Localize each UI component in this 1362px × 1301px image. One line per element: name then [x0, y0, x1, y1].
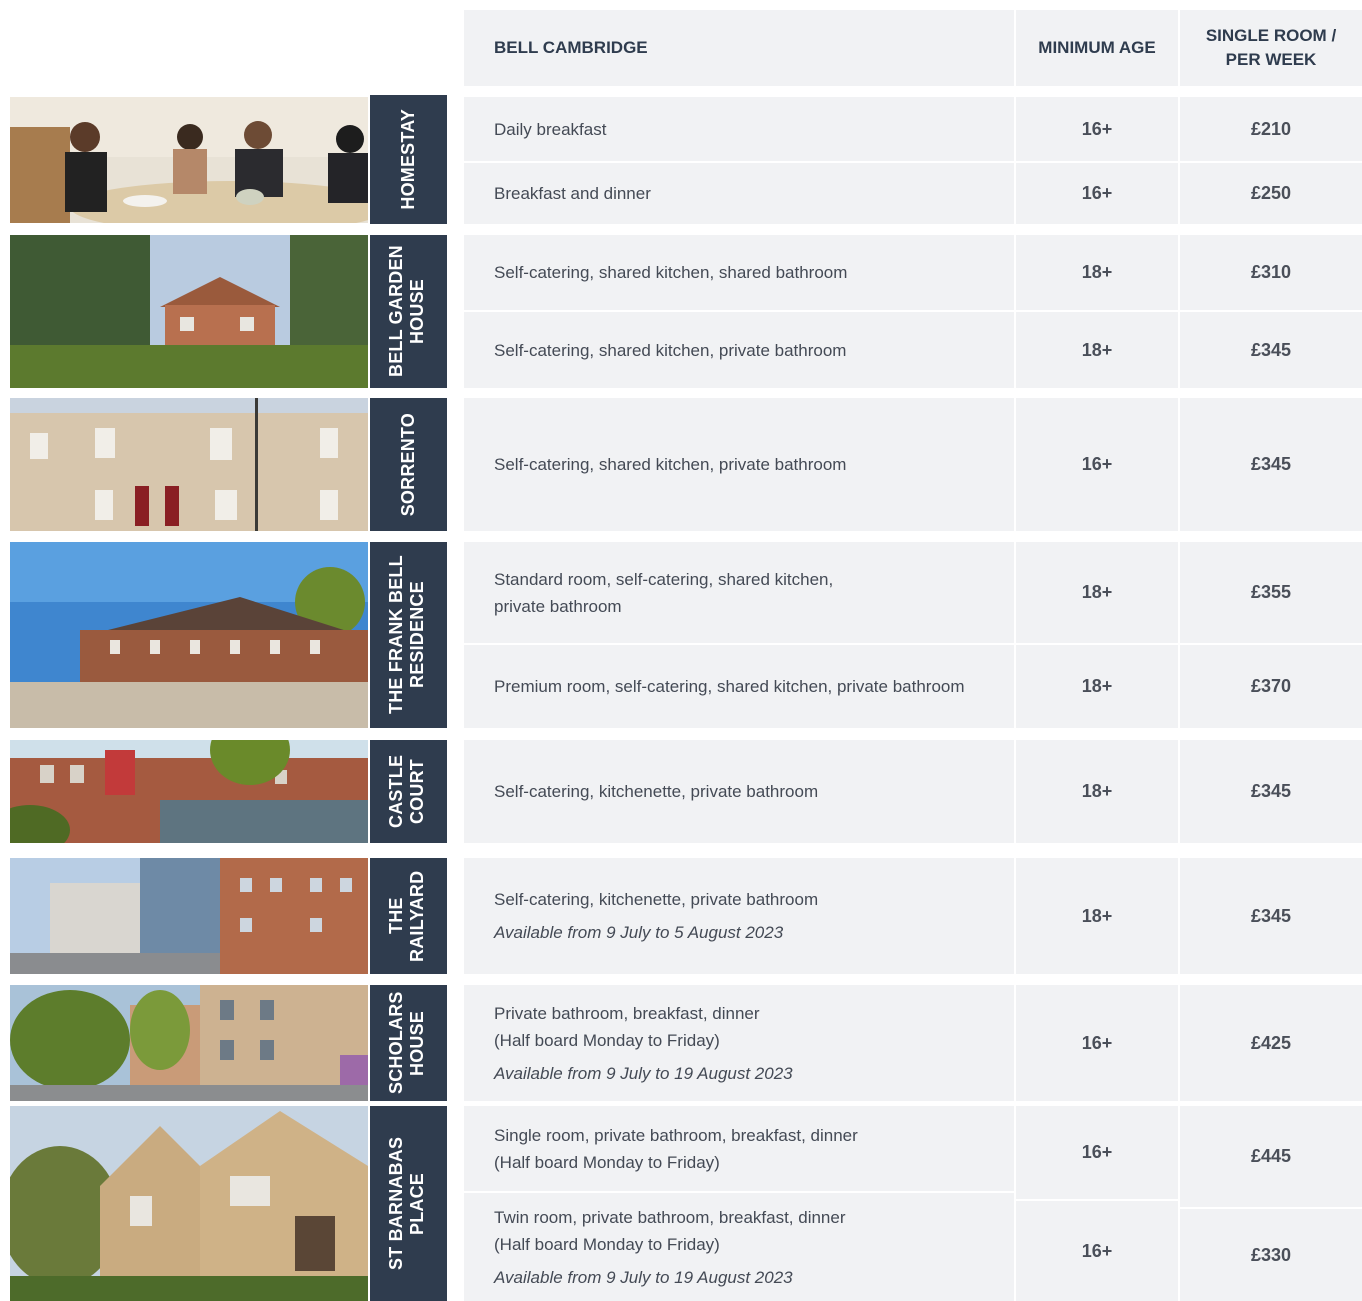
label-homestay-text: HOMESTAY — [398, 109, 418, 210]
desc-text: Self-catering, kitchenette, private bath… — [494, 890, 819, 909]
desc-text-line2: (Half board Monday to Friday) — [494, 1152, 720, 1172]
desc-text: Premium room, self-catering, shared kitc… — [494, 677, 965, 696]
desc-cell: Private bathroom, breakfast, dinner (Hal… — [464, 985, 1014, 1101]
desc-cell: Premium room, self-catering, shared kitc… — [464, 645, 1014, 728]
sorrento-building-photo — [10, 398, 368, 531]
age-cell: 16+ — [1016, 1201, 1178, 1301]
header-price: SINGLE ROOM / PER WEEK — [1180, 10, 1362, 86]
desc-text: Daily breakfast — [494, 119, 607, 139]
age-cell: 18+ — [1016, 858, 1178, 974]
label-bell-garden-house: BELL GARDEN HOUSE — [370, 235, 447, 388]
desc-text: Self-catering, shared kitchen, shared ba… — [494, 263, 848, 282]
price-cell: £445 — [1180, 1106, 1362, 1207]
age-cell: 16+ — [1016, 97, 1178, 161]
label-castle-court: CASTLE COURT — [370, 740, 447, 843]
age-cell: 18+ — [1016, 740, 1178, 843]
price-cell: £250 — [1180, 163, 1362, 224]
desc-cell: Self-catering, shared kitchen, private b… — [464, 312, 1014, 388]
desc-text: Standard room, self-catering, shared kit… — [494, 569, 834, 589]
age-cell: 16+ — [1016, 1106, 1178, 1199]
label-the-railyard-text: THE RAILYARD — [385, 870, 427, 962]
age-cell: 18+ — [1016, 235, 1178, 310]
desc-text-line2: (Half board Monday to Friday) — [494, 1234, 720, 1254]
age-cell: 18+ — [1016, 645, 1178, 728]
header-min-age: MINIMUM AGE — [1016, 10, 1178, 86]
age-cell: 18+ — [1016, 542, 1178, 643]
label-the-railyard: THE RAILYARD — [370, 858, 447, 974]
desc-text: Breakfast and dinner — [494, 184, 651, 203]
availability-text: Available from 9 July to 19 August 2023 — [494, 1267, 793, 1287]
label-scholars-house: SCHOLARS HOUSE — [370, 985, 447, 1101]
the-railyard-photo — [10, 858, 368, 974]
castle-court-photo — [10, 740, 368, 843]
label-sorrento: SORRENTO — [370, 398, 447, 531]
desc-cell: Twin room, private bathroom, breakfast, … — [464, 1193, 1014, 1301]
desc-cell: Breakfast and dinner — [464, 163, 1014, 224]
desc-text-line2: private bathroom — [494, 596, 622, 616]
label-frank-bell-residence: THE FRANK BELL RESIDENCE — [370, 542, 447, 728]
price-cell: £330 — [1180, 1209, 1362, 1301]
price-cell: £345 — [1180, 312, 1362, 388]
availability-text: Available from 9 July to 5 August 2023 — [494, 923, 784, 942]
age-cell: 16+ — [1016, 163, 1178, 224]
desc-text: Self-catering, shared kitchen, private b… — [494, 455, 847, 474]
frank-bell-residence-photo — [10, 542, 368, 728]
desc-cell: Self-catering, shared kitchen, private b… — [464, 398, 1014, 531]
label-frank-bell-residence-text: THE FRANK BELL RESIDENCE — [385, 555, 427, 715]
price-cell: £210 — [1180, 97, 1362, 161]
price-cell: £370 — [1180, 645, 1362, 728]
age-cell: 18+ — [1016, 312, 1178, 388]
desc-cell: Standard room, self-catering, shared kit… — [464, 542, 1014, 643]
desc-text: Single room, private bathroom, breakfast… — [494, 1125, 858, 1145]
desc-text-line2: (Half board Monday to Friday) — [494, 1030, 720, 1050]
price-cell: £310 — [1180, 235, 1362, 310]
price-cell: £425 — [1180, 985, 1362, 1101]
header-school: BELL CAMBRIDGE — [464, 10, 1014, 86]
availability-text: Available from 9 July to 19 August 2023 — [494, 1063, 793, 1083]
header-price-line2: PER WEEK — [1225, 50, 1317, 69]
label-st-barnabas-place: ST BARNABAS PLACE — [370, 1106, 447, 1301]
bell-garden-house-photo — [10, 235, 368, 388]
desc-text: Self-catering, shared kitchen, private b… — [494, 340, 847, 360]
desc-cell: Daily breakfast — [464, 97, 1014, 161]
desc-cell: Single room, private bathroom, breakfast… — [464, 1106, 1014, 1191]
desc-cell: Self-catering, kitchenette, private bath… — [464, 740, 1014, 843]
price-cell: £345 — [1180, 858, 1362, 974]
age-cell: 16+ — [1016, 985, 1178, 1101]
label-homestay: HOMESTAY — [370, 95, 447, 224]
desc-text: Twin room, private bathroom, breakfast, … — [494, 1207, 846, 1227]
scholars-house-photo — [10, 985, 368, 1101]
st-barnabas-place-photo — [10, 1106, 368, 1301]
age-cell: 16+ — [1016, 398, 1178, 531]
label-scholars-house-text: SCHOLARS HOUSE — [385, 991, 427, 1095]
label-bell-garden-house-text: BELL GARDEN HOUSE — [385, 245, 427, 378]
price-cell: £345 — [1180, 398, 1362, 531]
label-sorrento-text: SORRENTO — [398, 412, 418, 517]
desc-text: Self-catering, kitchenette, private bath… — [494, 782, 819, 801]
label-castle-court-text: CASTLE COURT — [385, 754, 427, 829]
price-cell: £355 — [1180, 542, 1362, 643]
label-st-barnabas-place-text: ST BARNABAS PLACE — [385, 1136, 427, 1271]
desc-cell: Self-catering, kitchenette, private bath… — [464, 858, 1014, 974]
price-cell: £345 — [1180, 740, 1362, 843]
homestay-family-meal-photo — [10, 97, 368, 223]
header-price-line1: SINGLE ROOM / — [1205, 26, 1337, 45]
desc-cell: Self-catering, shared kitchen, shared ba… — [464, 235, 1014, 310]
desc-text: Private bathroom, breakfast, dinner — [494, 1003, 760, 1023]
